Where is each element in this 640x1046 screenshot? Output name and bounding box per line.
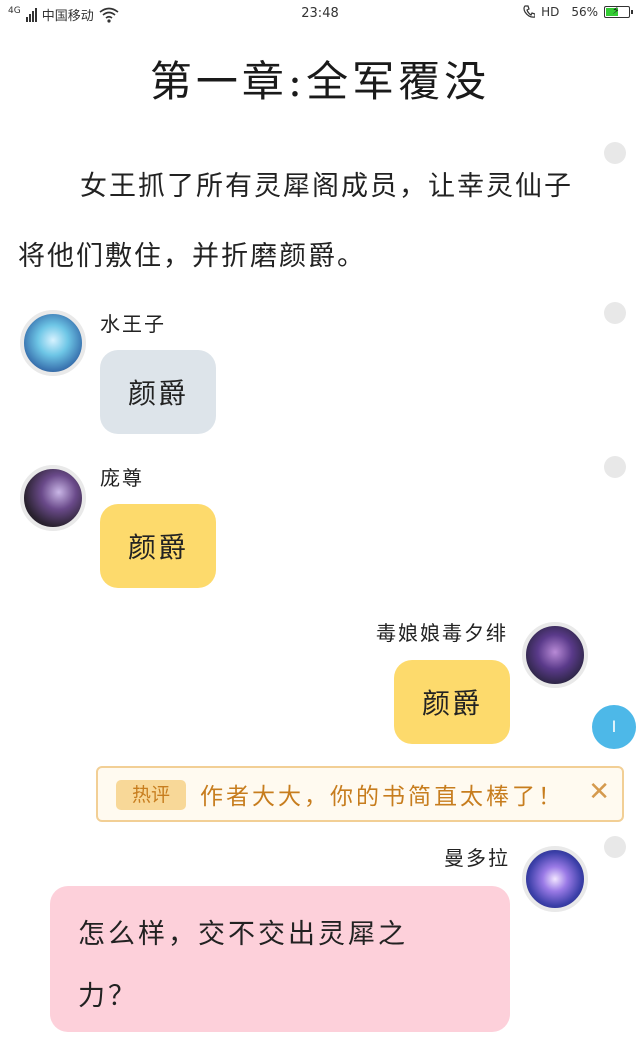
hot-comment-tag: 热评 [116, 780, 186, 810]
message-comment-dot[interactable] [604, 836, 626, 858]
message-bubble[interactable]: 颜爵 [394, 660, 510, 744]
speaker-name: 毒娘娘毒夕绯 [376, 621, 508, 645]
phone-icon [523, 5, 536, 18]
battery-percent: 56% [571, 5, 598, 19]
battery-icon: ⚡ [604, 4, 633, 18]
avatar[interactable] [20, 465, 86, 531]
message-text: 颜爵 [127, 377, 188, 410]
message-bubble[interactable]: 怎么样，交不交出灵犀之力？ [50, 886, 510, 1032]
avatar[interactable] [20, 310, 86, 376]
avatar[interactable] [522, 622, 588, 688]
close-icon[interactable]: ✕ [588, 777, 610, 807]
message-text: 怎么样，交不交出灵犀之力？ [78, 919, 408, 1012]
status-bar: 4G 中国移动 23:48 HD 56% ⚡ [0, 0, 640, 30]
message-comment-dot[interactable] [604, 456, 626, 478]
avatar[interactable] [522, 846, 588, 912]
speaker-name: 曼多拉 [444, 846, 510, 870]
message-text: 颜爵 [127, 531, 188, 564]
hd-badge: HD [541, 5, 560, 19]
hot-comment-text: 作者大大，你的书简直太棒了！ [200, 784, 564, 810]
message-comment-dot[interactable] [604, 302, 626, 324]
floating-action-button[interactable]: I [592, 705, 636, 749]
narration-content: 女王抓了所有灵犀阁成员，让幸灵仙子将他们敷住，并折磨颜爵。 [18, 171, 573, 272]
message-text: 颜爵 [421, 687, 482, 720]
speaker-name: 水王子 [100, 312, 166, 336]
paragraph-comment-dot[interactable] [604, 142, 626, 164]
chapter-title: 第一章:全军覆没 [149, 57, 491, 106]
speaker-name: 庞尊 [100, 466, 144, 490]
message-bubble[interactable]: 颜爵 [100, 504, 216, 588]
narration-text: 女王抓了所有灵犀阁成员，让幸灵仙子将他们敷住，并折磨颜爵。 [18, 152, 588, 292]
hot-comment-banner[interactable]: 热评 作者大大，你的书简直太棒了！ ✕ [96, 766, 624, 822]
message-bubble[interactable]: 颜爵 [100, 350, 216, 434]
